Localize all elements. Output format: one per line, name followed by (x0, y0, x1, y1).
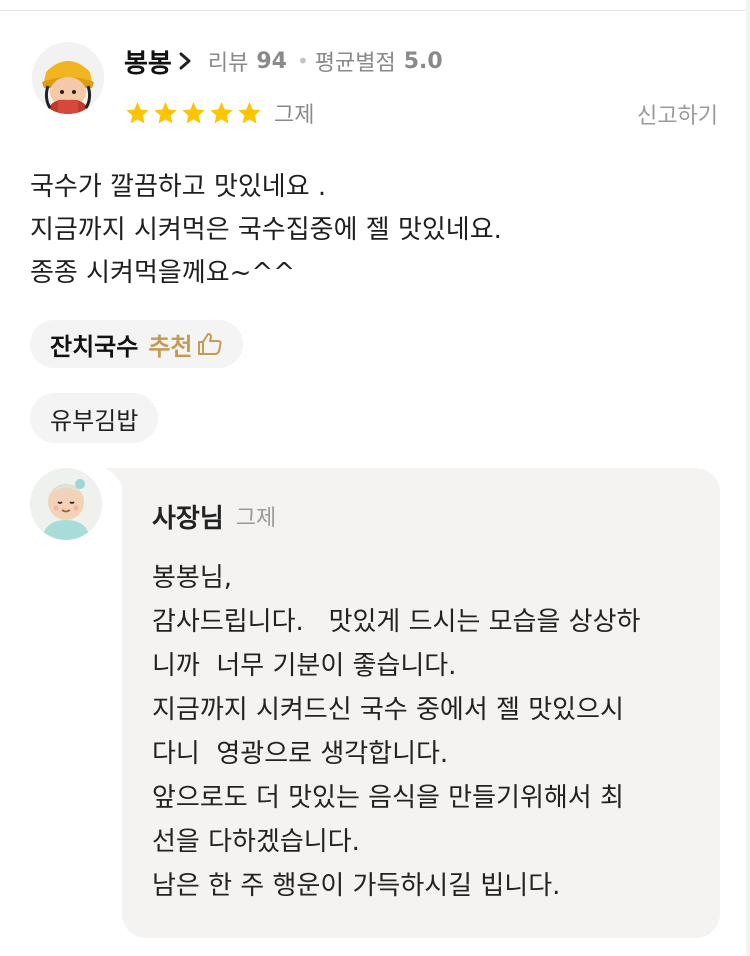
separator-dot: • (296, 49, 309, 73)
reply-line: 니까 너무 기분이 좋습니다. (152, 651, 457, 681)
thumbs-up-icon (197, 333, 222, 355)
review-line: 종종 시켜먹을께요~^^ (30, 258, 295, 288)
review-line: 지금까지 시켜먹은 국수집중에 젤 맛있네요. (30, 215, 502, 245)
scroll-edge (746, 0, 750, 956)
owner-avatar-image (30, 468, 102, 540)
star-icon (154, 101, 177, 124)
review-count-label: 리뷰 (207, 51, 249, 76)
reviewer-name[interactable]: 봉봉 (124, 43, 172, 80)
review-text: 국수가 깔끔하고 맛있네요 . 지금까지 시켜먹은 국수집중에 젤 맛있네요. … (30, 166, 720, 295)
rating-row: 그제 (124, 96, 314, 130)
recommend-label: 추천 (148, 332, 193, 361)
top-divider (0, 10, 750, 11)
owner-reply-text: 봉봉님, 감사드립니다. 맛있게 드시는 모습을 상상하 니까 너무 기분이 좋… (152, 556, 702, 908)
report-button[interactable]: 신고하기 (637, 98, 718, 130)
review-line: 국수가 깔끔하고 맛있네요 . (30, 172, 327, 202)
star-icon (182, 101, 205, 124)
owner-avatar (30, 468, 102, 540)
star-rating (124, 100, 264, 127)
star-icon (126, 101, 149, 124)
owner-reply-date: 그제 (235, 506, 277, 531)
menu-tag-name: 유부김밥 (50, 406, 139, 435)
reply-line: 봉봉님, (152, 563, 233, 593)
reply-line: 선을 다하겠습니다. (152, 827, 360, 857)
menu-tag-name: 잔치국수 (50, 332, 139, 361)
star-icon (238, 101, 261, 124)
star-icon (210, 101, 233, 124)
owner-reply-header: 사장님 그제 (152, 496, 276, 536)
reply-line: 다니 영광으로 생각합니다. (152, 739, 449, 769)
menu-tag-recommended[interactable]: 잔치국수 추천 (30, 320, 243, 368)
avg-rating: 5.0 (403, 48, 443, 74)
chevron-right-icon[interactable] (178, 51, 192, 71)
reply-line: 남은 한 주 행운이 가득하시길 빕니다. (152, 871, 561, 901)
menu-tag[interactable]: 유부김밥 (30, 393, 159, 443)
reply-line: 감사드립니다. 맛있게 드시는 모습을 상상하 (152, 607, 641, 637)
reviewer-avatar-image (32, 42, 104, 114)
reply-bubble-tail (104, 468, 124, 490)
reply-line: 앞으로도 더 맛있는 음식을 만들기위해서 최 (152, 783, 624, 813)
reviewer-info: 봉봉 리뷰 94 • 평균별점 5.0 (124, 42, 443, 80)
owner-name: 사장님 (152, 503, 224, 534)
review-count: 94 (256, 48, 287, 74)
review-date: 그제 (274, 103, 315, 128)
avg-rating-label: 평균별점 (314, 51, 396, 76)
reviewer-avatar[interactable] (32, 42, 104, 114)
reply-line: 지금까지 시켜드신 국수 중에서 젤 맛있으시 (152, 695, 624, 725)
